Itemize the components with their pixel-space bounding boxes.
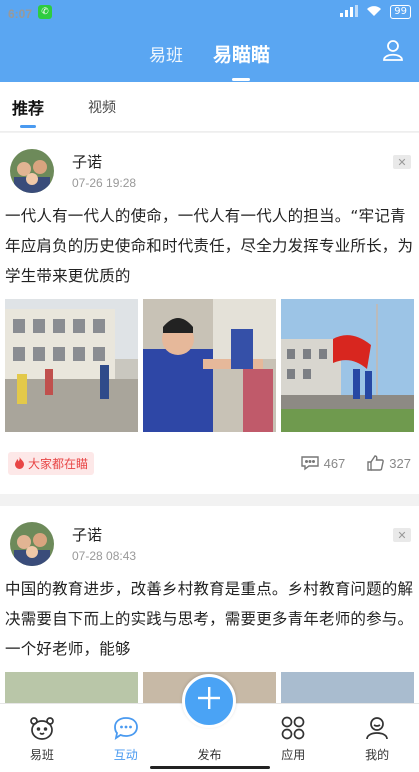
status-icons: 99 [340, 4, 411, 20]
nav-interact[interactable]: 互动 [84, 704, 168, 772]
user-icon[interactable] [381, 38, 405, 62]
post-meta: 子诺 07-28 08:43 [72, 522, 136, 570]
post-image[interactable] [281, 299, 414, 432]
tab-video[interactable]: 视频 [88, 97, 116, 117]
comment-button[interactable]: 467 [300, 455, 346, 471]
tab-yiban[interactable]: 易班 [149, 41, 183, 66]
post-meta: 子诺 07-26 19:28 [72, 149, 136, 197]
post-header: 子诺 07-26 19:28 ✕ [0, 149, 419, 197]
header-nav: 易班 易瞄瞄 [0, 24, 419, 82]
nav-publish[interactable]: 发布 [168, 674, 252, 772]
status-bar: 6:07 ✆ 99 [0, 0, 419, 24]
nav-interact-label: 互动 [113, 748, 138, 762]
tab-recommend[interactable]: 推荐 [12, 95, 44, 128]
chat-bubble-icon [113, 717, 138, 740]
sub-tabs: 推荐 视频 [0, 82, 419, 132]
profile-icon [366, 717, 388, 740]
like-count: 327 [389, 455, 411, 471]
bottom-nav: 易班 互动 发布 应用 我的 [0, 674, 419, 772]
signal-icon [340, 4, 359, 20]
battery-icon: 99 [390, 5, 411, 19]
close-icon[interactable]: ✕ [393, 528, 411, 542]
home-indicator [149, 766, 270, 769]
fire-icon [15, 457, 24, 469]
post-image[interactable] [5, 672, 138, 703]
avatar[interactable] [10, 522, 54, 566]
nav-mine[interactable]: 我的 [335, 704, 419, 772]
nav-apps-label: 应用 [281, 748, 306, 762]
like-button[interactable]: 327 [367, 455, 411, 471]
author-name[interactable]: 子诺 [72, 524, 136, 545]
post-text[interactable]: 一代人有一代人的使命，一代人有一代人的担当。“牢记青年应肩负的历史使命和时代责任… [0, 201, 419, 291]
phone-icon: ✆ [38, 5, 53, 19]
post-time: 07-28 08:43 [72, 549, 137, 563]
top-bar: 6:07 ✆ 99 易班 易瞄瞄 [0, 0, 419, 82]
feed: 子诺 07-26 19:28 ✕ 一代人有一代人的使命，一代人有一代人的担当。“… [0, 133, 419, 703]
wifi-icon [366, 5, 382, 20]
nav-home-label: 易班 [29, 748, 54, 762]
author-name[interactable]: 子诺 [72, 151, 136, 172]
hot-badge[interactable]: 大家都在瞄 [8, 451, 95, 475]
post-image[interactable] [281, 672, 414, 703]
apps-grid-icon [281, 716, 305, 740]
plus-icon[interactable] [182, 674, 237, 728]
comment-icon [300, 456, 319, 471]
nav-home[interactable]: 易班 [0, 704, 84, 772]
post-images [0, 299, 419, 432]
post-header: 子诺 07-28 08:43 ✕ [0, 522, 419, 570]
post-image[interactable] [143, 299, 276, 432]
post-image[interactable] [5, 299, 138, 432]
comment-count: 467 [323, 455, 346, 471]
close-icon[interactable]: ✕ [393, 155, 411, 169]
hot-label: 大家都在瞄 [28, 456, 89, 471]
status-time: 6:07 [8, 7, 33, 21]
post-text[interactable]: 中国的教育进步，改善乡村教育是重点。乡村教育问题的解决需要自下而上的实践与思考，… [0, 574, 419, 664]
avatar[interactable] [10, 149, 54, 193]
nav-mine-label: 我的 [365, 748, 390, 762]
nav-apps[interactable]: 应用 [251, 704, 335, 772]
tab-yimiaomiao[interactable]: 易瞄瞄 [213, 40, 270, 81]
post-time: 07-26 19:28 [72, 176, 137, 190]
nav-publish-label: 发布 [197, 748, 222, 762]
post-card[interactable]: 子诺 07-26 19:28 ✕ 一代人有一代人的使命，一代人有一代人的担当。“… [0, 133, 419, 494]
post-footer: 大家都在瞄 467 327 [0, 432, 419, 494]
bear-icon [30, 717, 54, 740]
thumbs-up-icon [367, 455, 385, 471]
